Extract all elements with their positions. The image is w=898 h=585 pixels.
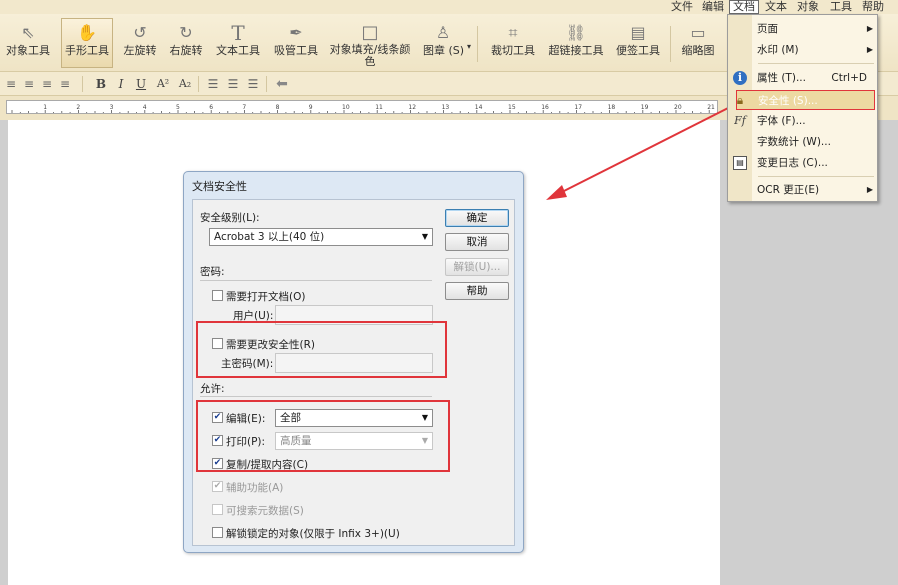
highlight-box-change-security xyxy=(196,321,447,378)
menu-item-pages[interactable]: 页面 ▶ xyxy=(752,19,877,39)
require-open-checkbox[interactable] xyxy=(212,290,223,301)
dialog-title: 文档安全性 xyxy=(192,180,247,193)
unlock-objects-label: 解锁锁定的对象(仅限于 Infix 3+)(U) xyxy=(226,528,400,540)
menu-item-ocr-correction[interactable]: OCR 更正(E) ▶ xyxy=(752,180,877,200)
lock-icon: 🔒︎ xyxy=(736,93,744,107)
menu-item-properties[interactable]: 属性 (T)... Ctrl+D xyxy=(752,68,877,88)
require-open-label: 需要打开文档(O) xyxy=(226,291,306,303)
ok-button[interactable]: 确定 xyxy=(445,209,509,227)
searchable-metadata-label: 可搜索元数据(S) xyxy=(226,505,304,517)
password-section-label: 密码: xyxy=(200,266,225,278)
section-divider xyxy=(200,280,432,281)
searchable-metadata-checkbox[interactable] xyxy=(212,504,223,515)
submenu-arrow-icon: ▶ xyxy=(866,24,873,33)
menu-item-fonts[interactable]: 字体 (F)... xyxy=(752,111,877,131)
menu-item-word-count[interactable]: 字数统计 (W)... xyxy=(752,132,877,152)
menu-item-change-log[interactable]: 变更日志 (C)... xyxy=(752,153,877,173)
accessibility-label: 辅助功能(A) xyxy=(226,482,284,494)
font-icon: Ff xyxy=(734,114,746,127)
document-menu-dropdown: 页面 ▶ 水印 (M) ▶ i 属性 (T)... Ctrl+D 安全性 (S)… xyxy=(727,14,878,202)
unlock-button[interactable]: 解锁(U)... xyxy=(445,258,509,276)
menu-separator xyxy=(758,63,874,64)
chevron-down-icon: ▼ xyxy=(421,232,428,241)
security-level-label: 安全级别(L): xyxy=(200,212,260,224)
menu-separator xyxy=(758,176,874,177)
changelog-icon: ▤ xyxy=(733,156,747,170)
security-level-select[interactable]: Acrobat 3 以上(40 位) ▼ xyxy=(209,228,433,246)
accessibility-checkbox[interactable]: ✔ xyxy=(212,481,223,492)
menu-item-watermark[interactable]: 水印 (M) ▶ xyxy=(752,40,877,60)
highlight-box-permissions xyxy=(196,400,450,472)
submenu-arrow-icon: ▶ xyxy=(866,45,873,54)
unlock-objects-checkbox[interactable] xyxy=(212,527,223,538)
menu-item-security[interactable]: 安全性 (S)... xyxy=(736,90,875,110)
info-icon: i xyxy=(733,71,747,85)
allow-section-label: 允许: xyxy=(200,383,225,395)
submenu-arrow-icon: ▶ xyxy=(866,185,873,194)
cancel-button[interactable]: 取消 xyxy=(445,233,509,251)
section-divider xyxy=(200,396,432,397)
help-button[interactable]: 帮助 xyxy=(445,282,509,300)
